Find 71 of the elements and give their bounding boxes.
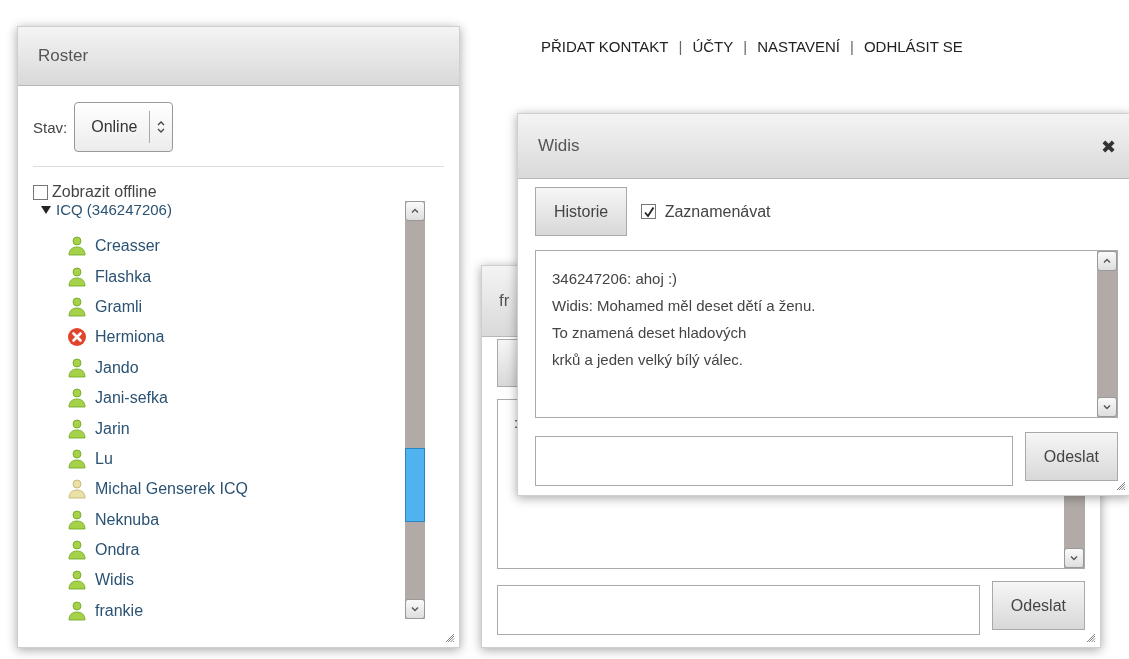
nav-separator: |: [678, 38, 683, 55]
contact-name[interactable]: Gramli: [95, 297, 143, 316]
contact-name[interactable]: Jarin: [95, 419, 130, 438]
record-checkbox[interactable]: Zaznamenávat: [641, 202, 771, 221]
message-input[interactable]: [535, 436, 1013, 486]
contact-name[interactable]: Neknuba: [95, 510, 160, 529]
resize-grip-icon[interactable]: [1116, 481, 1126, 491]
window-title: Widis: [538, 136, 580, 156]
send-button[interactable]: Odeslat: [991, 581, 1085, 630]
chevron-up-icon: [410, 206, 420, 216]
history-button[interactable]: Historie: [535, 187, 628, 236]
person-icon: [67, 509, 87, 530]
person-icon: [67, 296, 87, 317]
scroll-up-button[interactable]: [1097, 251, 1117, 271]
error-icon: [67, 327, 87, 348]
person-icon: [67, 479, 87, 500]
person-icon: [67, 570, 87, 591]
scroll-down-button[interactable]: [1097, 397, 1117, 417]
updown-arrows-icon: [156, 120, 167, 134]
person-icon: [67, 418, 87, 439]
scrollbar[interactable]: [405, 201, 425, 619]
nav-link[interactable]: NASTAVENÍ: [757, 38, 840, 55]
person-icon: [67, 448, 87, 469]
message-input[interactable]: [497, 585, 980, 635]
contact-name[interactable]: Michal Genserek ICQ: [95, 480, 248, 499]
contact-name[interactable]: Ondra: [95, 541, 140, 560]
status-label: Stav:: [33, 118, 68, 136]
chat-message: 346247206: ahoj :): [552, 269, 679, 289]
contact-name[interactable]: frankie: [95, 601, 144, 620]
person-icon: [67, 266, 87, 287]
chevron-up-icon: [1102, 256, 1112, 266]
send-button[interactable]: Odeslat: [1024, 432, 1118, 481]
expand-triangle-icon[interactable]: [41, 204, 51, 215]
resize-grip-icon[interactable]: [1086, 633, 1096, 643]
nav-separator: |: [849, 38, 854, 55]
nav-link[interactable]: ODHLÁSIT SE: [863, 38, 963, 55]
person-icon: [67, 357, 87, 378]
window-title: fr: [499, 291, 510, 311]
chevron-down-icon: [1069, 553, 1079, 563]
nav-link[interactable]: ÚČTY: [692, 38, 734, 55]
scroll-up-button[interactable]: [405, 201, 425, 221]
contact-name[interactable]: Flashka: [95, 267, 152, 286]
history-button[interactable]: [497, 339, 517, 387]
contact-name[interactable]: Widis: [95, 571, 135, 590]
nav-separator: |: [743, 38, 748, 55]
person-icon: [67, 236, 87, 257]
show-offline-checkbox[interactable]: Zobrazit offline: [33, 183, 444, 201]
person-icon: [67, 600, 87, 621]
checkmark-icon: [642, 205, 655, 218]
resize-grip-icon[interactable]: [445, 633, 455, 643]
message-text: :: [514, 414, 519, 431]
scrollbar[interactable]: [1097, 251, 1117, 417]
scroll-down-button[interactable]: [405, 599, 425, 619]
contact-name[interactable]: Hermiona: [95, 328, 165, 347]
nav-link[interactable]: PŘIDAT KONTAKT: [541, 38, 669, 55]
scrollbar[interactable]: [1064, 496, 1084, 568]
chat-message: Widis: Mohamed měl deset dětí a ženu. To znamená deset hladových krků a jeden velký bílý válec.: [552, 296, 817, 370]
status-select[interactable]: Online: [74, 102, 174, 152]
scrollbar-thumb[interactable]: [405, 447, 425, 522]
contact-name[interactable]: Lu: [95, 449, 113, 468]
panel-title: Roster: [38, 46, 89, 66]
contact-name[interactable]: Creasser: [95, 237, 160, 256]
chevron-down-icon: [1102, 402, 1112, 412]
close-button[interactable]: ✖: [1100, 135, 1126, 157]
contact-name[interactable]: Jando: [95, 358, 139, 377]
group-label[interactable]: ICQ (346247206): [56, 201, 172, 218]
chevron-down-icon: [410, 604, 420, 614]
person-icon: [67, 388, 87, 409]
person-icon: [67, 540, 87, 561]
scroll-down-button[interactable]: [1064, 548, 1084, 568]
contact-name[interactable]: Jani-sefka: [95, 389, 168, 408]
